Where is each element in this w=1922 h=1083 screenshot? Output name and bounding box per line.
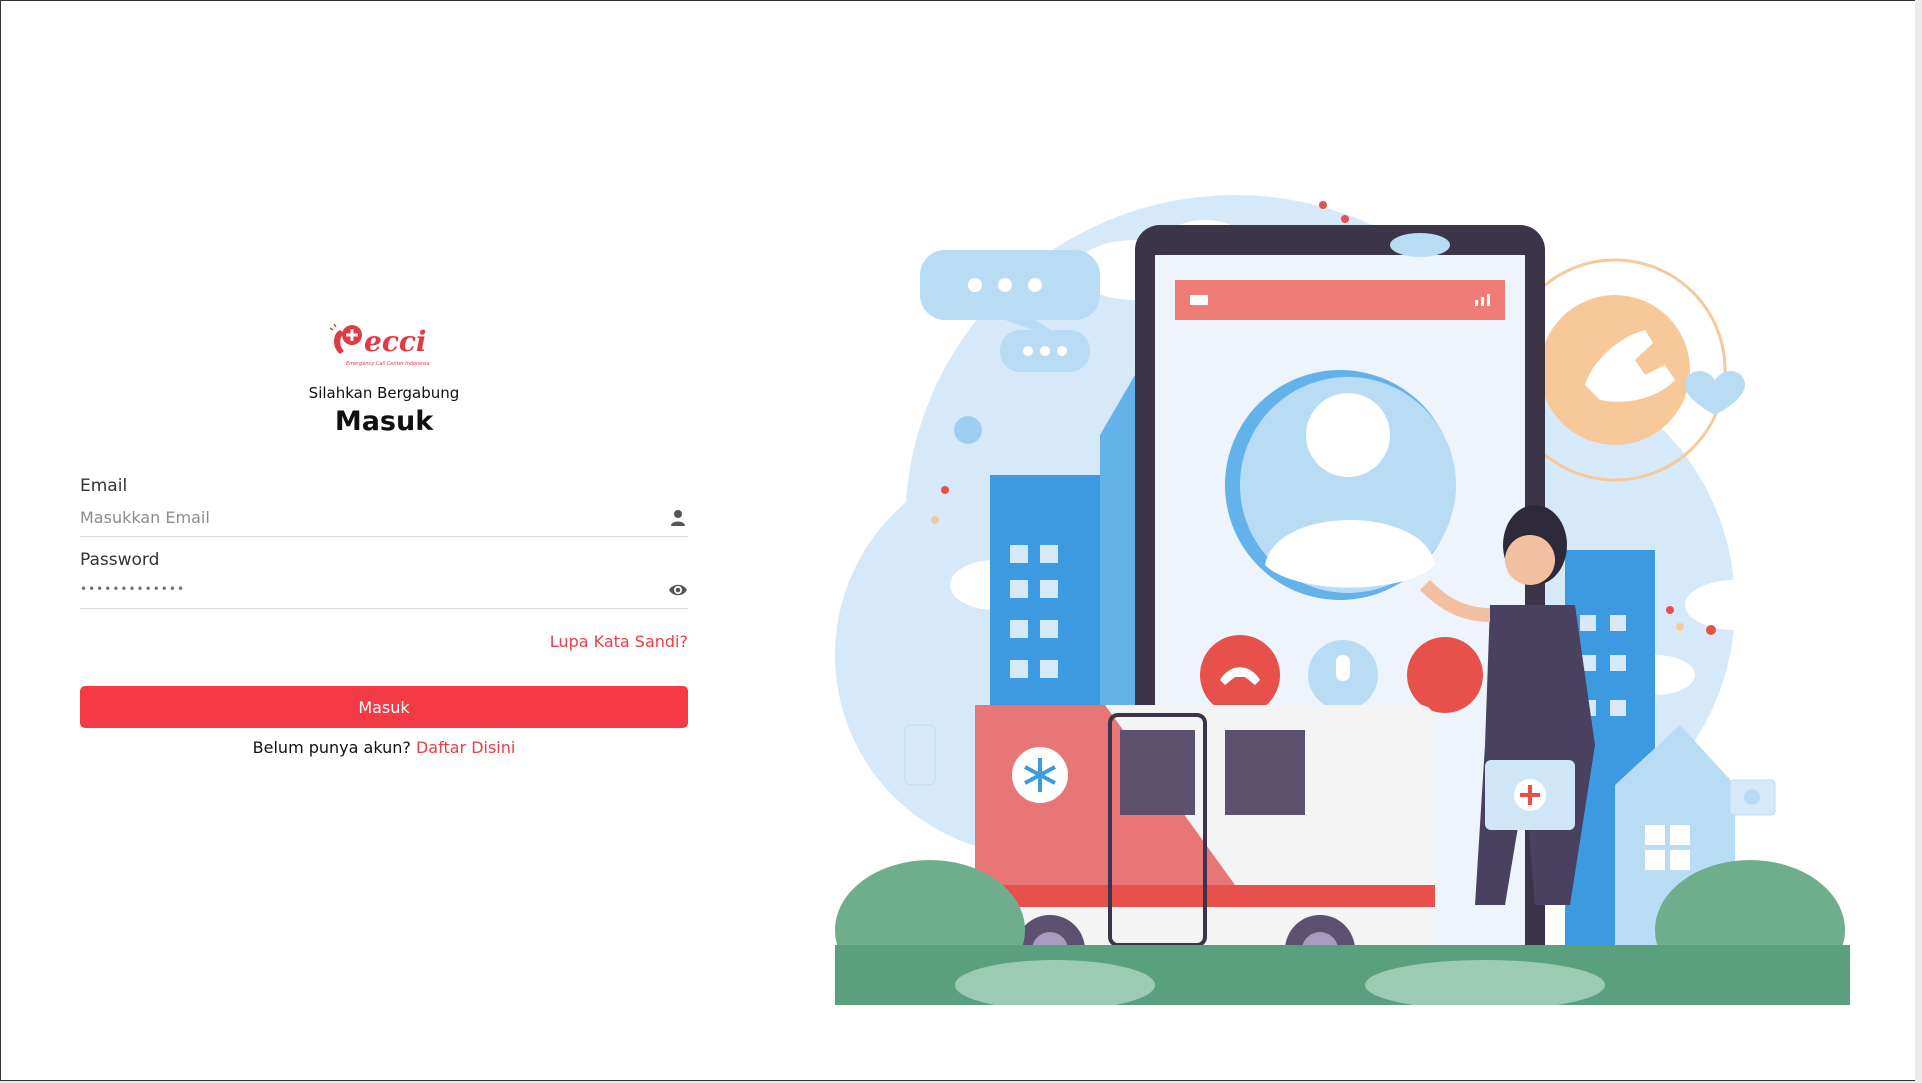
email-input[interactable] bbox=[80, 500, 640, 534]
eye-icon[interactable] bbox=[668, 580, 688, 600]
register-prompt: Belum punya akun? Daftar Disini bbox=[80, 738, 688, 757]
emergency-call-illustration bbox=[835, 185, 1850, 1010]
user-icon bbox=[668, 508, 688, 528]
email-field-container bbox=[80, 500, 688, 537]
svg-text:ecci: ecci bbox=[364, 325, 427, 358]
medical-kit-icon bbox=[1514, 779, 1546, 811]
window-edge bbox=[1915, 0, 1922, 1083]
register-prompt-text: Belum punya akun? bbox=[252, 738, 411, 757]
first-aid-box-icon bbox=[1729, 779, 1776, 816]
register-link[interactable]: Daftar Disini bbox=[416, 738, 515, 757]
svg-text:Emergency Call Center Indonesi: Emergency Call Center Indonesia bbox=[346, 361, 429, 367]
page-title: Masuk bbox=[334, 406, 434, 437]
password-label: Password bbox=[80, 550, 160, 570]
password-input[interactable] bbox=[80, 572, 640, 606]
ecci-logo: ecci Emergency Call Center Indonesia bbox=[326, 318, 446, 374]
forgot-password-link[interactable]: Lupa Kata Sandi? bbox=[550, 632, 688, 651]
password-field-container bbox=[80, 572, 688, 609]
login-button[interactable]: Masuk bbox=[80, 686, 688, 728]
email-label: Email bbox=[80, 476, 128, 496]
welcome-text: Silahkan Bergabung bbox=[308, 384, 460, 402]
heart-icon bbox=[1685, 370, 1745, 415]
phone-logo-icon bbox=[329, 323, 362, 354]
